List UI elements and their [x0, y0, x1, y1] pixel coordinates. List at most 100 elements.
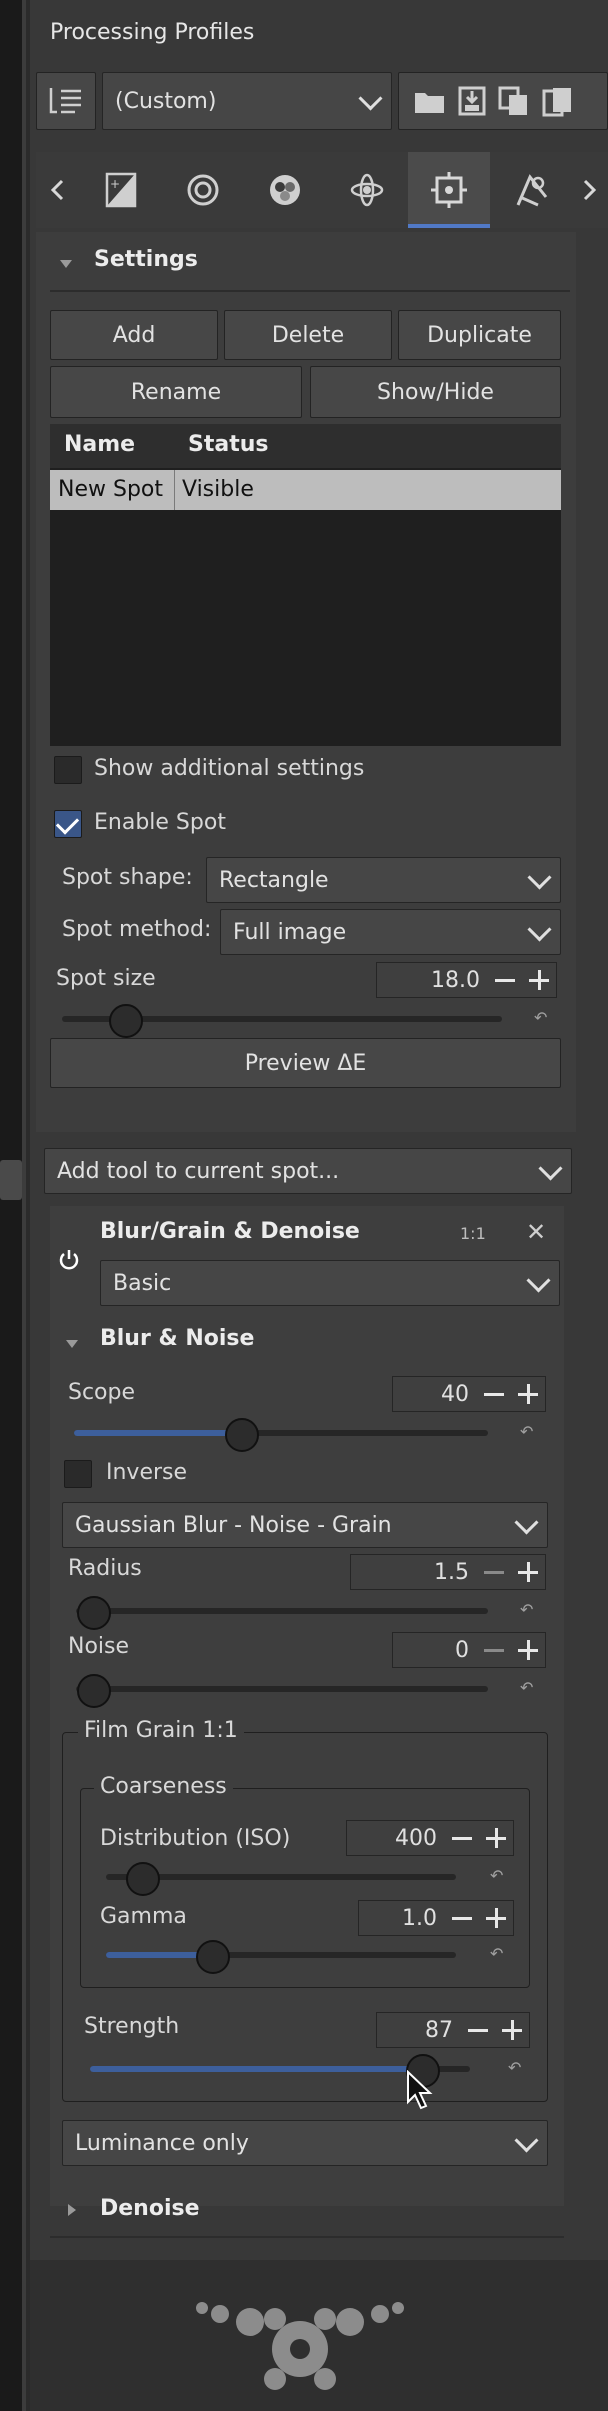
minus-icon[interactable]	[488, 963, 522, 997]
plus-icon[interactable]	[479, 1901, 513, 1935]
strength-spin[interactable]: 87	[376, 2012, 530, 2048]
reset-icon[interactable]: ↶	[490, 1944, 503, 1963]
tab-detail[interactable]	[162, 152, 244, 228]
mouse-cursor-icon	[407, 2070, 433, 2110]
slider-knob[interactable]	[108, 1004, 143, 1038]
collapse-triangle-icon[interactable]	[60, 260, 72, 268]
film-grain-title: Film Grain 1:1	[78, 1718, 244, 1743]
blur-method-combo[interactable]: Gaussian Blur - Noise - Grain	[62, 1502, 548, 1548]
minus-icon[interactable]	[477, 1377, 511, 1411]
duplicate-spot-button[interactable]: Duplicate	[398, 310, 561, 360]
slider-fill	[74, 1430, 240, 1436]
close-icon[interactable]: ✕	[526, 1218, 546, 1246]
spot-method-combo[interactable]: Full image	[220, 909, 561, 955]
folder-icon[interactable]	[413, 87, 447, 115]
spot-shape-combo[interactable]: Rectangle	[206, 857, 561, 903]
column-header-status[interactable]: Status	[188, 432, 268, 457]
add-tool-combo[interactable]: Add tool to current spot...	[44, 1148, 572, 1194]
settings-header[interactable]: Settings	[94, 247, 198, 272]
slider-fill	[90, 2066, 421, 2072]
save-icon[interactable]	[457, 85, 487, 117]
gamma-slider[interactable]	[106, 1940, 456, 1974]
plus-icon[interactable]	[522, 963, 556, 997]
radius-spin[interactable]: 1.5	[350, 1554, 546, 1590]
tab-scroll-right[interactable]	[572, 152, 608, 228]
distribution-slider[interactable]	[106, 1862, 456, 1896]
strength-value[interactable]: 87	[377, 2018, 461, 2043]
spot-size-slider[interactable]	[62, 1004, 502, 1038]
spot-size-spin[interactable]: 18.0	[376, 962, 557, 998]
distribution-spin[interactable]: 400	[346, 1820, 514, 1856]
mode-value: Basic	[113, 1270, 172, 1296]
blur-method-value: Gaussian Blur - Noise - Grain	[75, 1512, 392, 1538]
tab-color[interactable]	[244, 152, 326, 228]
reset-icon[interactable]: ↶	[490, 1866, 503, 1885]
tab-local-adjustments[interactable]	[408, 152, 490, 228]
tab-scroll-left[interactable]	[36, 152, 80, 228]
minus-icon[interactable]	[445, 1901, 479, 1935]
noise-value[interactable]: 0	[393, 1638, 477, 1663]
enable-spot-checkbox[interactable]	[54, 810, 82, 838]
reset-icon[interactable]: ↶	[534, 1008, 547, 1027]
expand-triangle-icon[interactable]	[68, 2204, 76, 2216]
denoise-header[interactable]: Denoise	[100, 2196, 200, 2221]
profile-list-button[interactable]	[36, 72, 96, 130]
add-spot-button[interactable]: Add	[50, 310, 218, 360]
reset-icon[interactable]: ↶	[508, 2058, 521, 2077]
list-icon	[49, 88, 81, 114]
add-tool-value: Add tool to current spot...	[57, 1158, 340, 1184]
table-row[interactable]: New Spot Visible	[50, 470, 561, 510]
reset-icon[interactable]: ↶	[520, 1600, 533, 1619]
minus-icon[interactable]	[477, 1633, 511, 1667]
slider-knob[interactable]	[126, 1862, 160, 1896]
show-hide-button[interactable]: Show/Hide	[310, 366, 561, 418]
delete-spot-button[interactable]: Delete	[224, 310, 392, 360]
plus-icon[interactable]	[511, 1377, 545, 1411]
blur-tool-title: Blur/Grain & Denoise	[100, 1219, 360, 1244]
minus-icon[interactable]	[477, 1555, 511, 1589]
spot-size-value[interactable]: 18.0	[377, 968, 488, 993]
tab-raw[interactable]	[326, 152, 408, 228]
gamma-value[interactable]: 1.0	[359, 1906, 445, 1931]
copy-icon[interactable]	[497, 85, 531, 117]
column-header-name[interactable]: Name	[64, 432, 135, 457]
blur-noise-header[interactable]: Blur & Noise	[100, 1326, 254, 1351]
tab-exposure[interactable]: +	[80, 152, 162, 228]
preview-de-button[interactable]: Preview ΔE	[50, 1038, 561, 1088]
slider-knob[interactable]	[196, 1940, 230, 1974]
gamma-spin[interactable]: 1.0	[358, 1900, 514, 1936]
luminance-combo[interactable]: Luminance only	[62, 2120, 548, 2166]
reset-icon[interactable]: ↶	[520, 1422, 533, 1441]
show-additional-checkbox[interactable]	[54, 756, 82, 784]
minus-icon[interactable]	[461, 2013, 495, 2047]
slider-knob[interactable]	[224, 1418, 259, 1452]
inverse-checkbox[interactable]	[64, 1460, 92, 1488]
radius-slider[interactable]	[76, 1596, 488, 1630]
power-icon[interactable]	[58, 1248, 80, 1270]
scope-slider[interactable]	[74, 1418, 488, 1452]
scope-value[interactable]: 40	[393, 1382, 477, 1407]
scope-spin[interactable]: 40	[392, 1376, 546, 1412]
mode-combo[interactable]: Basic	[100, 1260, 560, 1306]
minus-icon[interactable]	[445, 1821, 479, 1855]
radius-value[interactable]: 1.5	[351, 1560, 477, 1585]
paste-icon[interactable]	[541, 85, 571, 117]
spot-table: Name Status New Spot Visible	[50, 424, 561, 746]
plus-icon[interactable]	[511, 1555, 545, 1589]
rename-spot-button[interactable]: Rename	[50, 366, 302, 418]
tab-meta[interactable]	[490, 152, 572, 228]
chevron-down-icon	[527, 865, 552, 890]
plus-icon[interactable]	[479, 1821, 513, 1855]
profile-combo[interactable]: (Custom)	[102, 72, 392, 130]
collapse-triangle-icon[interactable]	[66, 1340, 78, 1348]
spot-shape-value: Rectangle	[219, 867, 329, 893]
raw-icon	[350, 173, 384, 207]
noise-slider[interactable]	[76, 1674, 488, 1708]
enable-spot-label: Enable Spot	[94, 810, 226, 835]
distribution-value[interactable]: 400	[347, 1826, 445, 1851]
reset-icon[interactable]: ↶	[520, 1678, 533, 1697]
plus-icon[interactable]	[511, 1633, 545, 1667]
plus-icon[interactable]	[495, 2013, 529, 2047]
noise-spin[interactable]: 0	[392, 1632, 546, 1668]
chevron-down-icon	[538, 1156, 563, 1181]
